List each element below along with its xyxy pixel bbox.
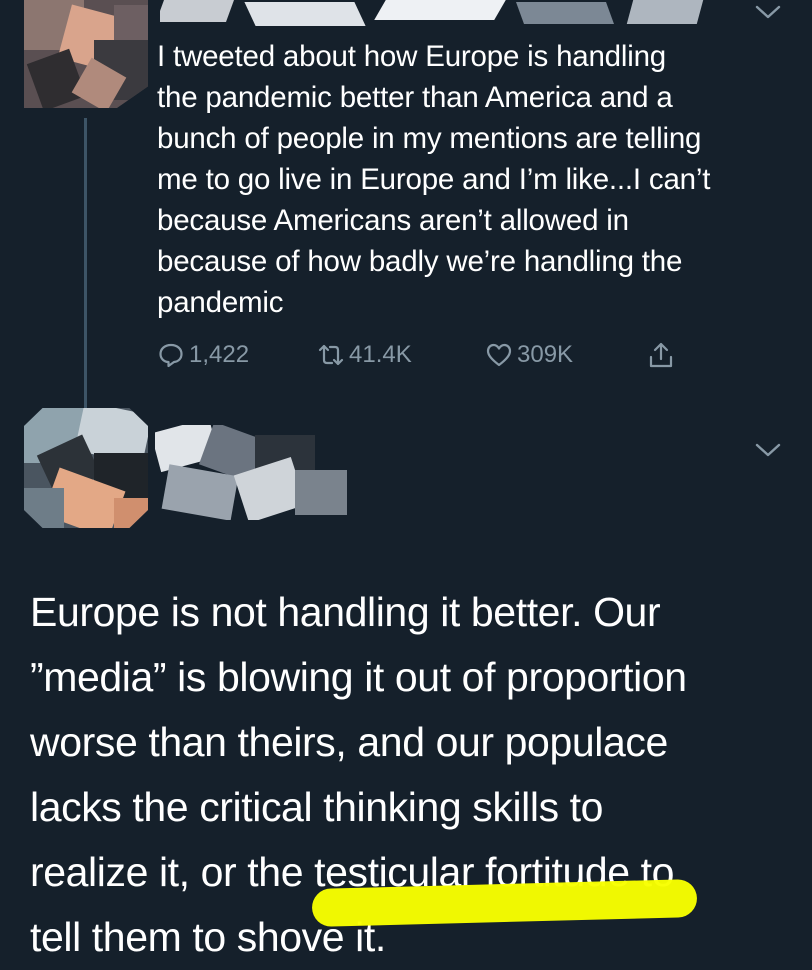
- tweet1-line: because of how badly we’re handling the: [157, 245, 683, 278]
- tweet1-line: because Americans aren’t allowed in: [157, 204, 629, 237]
- tweet1-text: I tweeted about how Europe is handling t…: [157, 36, 797, 323]
- tweet2-line: lacks the critical thinking skills to: [30, 784, 604, 830]
- tweet1-avatar[interactable]: [24, 0, 148, 108]
- share-icon: [649, 342, 673, 368]
- tweet1-line: me to go live in Europe and I’m like...I…: [157, 163, 711, 196]
- chevron-down-icon[interactable]: [755, 4, 781, 20]
- reply-count: 1,422: [189, 341, 250, 368]
- like-count: 309K: [517, 341, 574, 368]
- tweet1-line: bunch of people in my mentions are telli…: [157, 122, 702, 155]
- chevron-down-icon[interactable]: [755, 442, 781, 458]
- tweet2-line: ”media” is blowing it out of proportion: [30, 654, 687, 700]
- tweet2-line: worse than theirs, and our populace: [30, 719, 668, 765]
- thread-line: [84, 118, 87, 410]
- tweet2-author-name[interactable]: [155, 425, 347, 520]
- like-button[interactable]: 309K: [485, 338, 573, 372]
- retweet-icon: [318, 344, 344, 366]
- like-icon: [486, 343, 512, 367]
- tweet1-line: the pandemic better than America and a: [157, 81, 673, 114]
- tweet1-action-bar: 1,422 41.4K 309K: [157, 338, 697, 372]
- tweet2-line: Europe is not handling it better. Our: [30, 589, 661, 635]
- tweet2-avatar[interactable]: [24, 408, 148, 528]
- share-button[interactable]: [647, 338, 679, 372]
- reply-button[interactable]: 1,422: [157, 338, 249, 372]
- tweet1-line: pandemic: [157, 286, 284, 319]
- retweet-button[interactable]: 41.4K: [317, 338, 412, 372]
- tweet1-line: I tweeted about how Europe is handling: [157, 40, 667, 73]
- reply-icon: [159, 343, 183, 368]
- tweet1-author-name[interactable]: [160, 0, 740, 28]
- retweet-count: 41.4K: [349, 341, 412, 368]
